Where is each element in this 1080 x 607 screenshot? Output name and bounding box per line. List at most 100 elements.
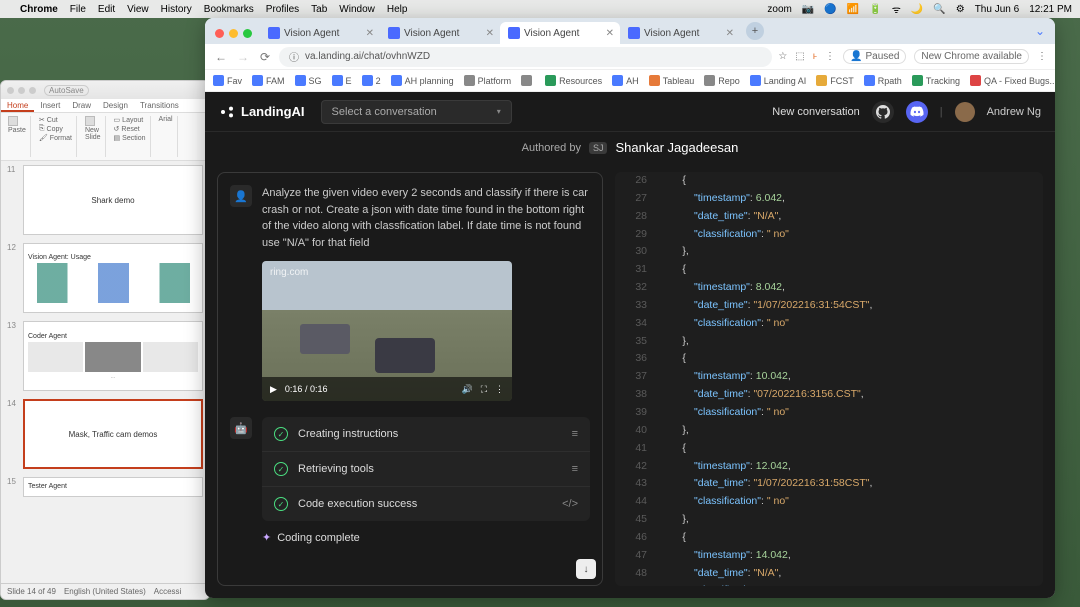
forward-button[interactable]: → — [235, 50, 251, 64]
window-zoom-icon[interactable] — [243, 29, 252, 38]
menu-bookmarks[interactable]: Bookmarks — [204, 4, 254, 15]
slide-thumbnail-item[interactable]: 12Vision Agent: Usage — [1, 239, 209, 317]
status-icon[interactable]: ᯤ — [892, 2, 901, 16]
code-output[interactable]: 26 {27 "timestamp": 6.042,28 "date_time"… — [615, 172, 1043, 586]
slide-thumbnail-item[interactable]: 11Shark demo — [1, 161, 209, 239]
close-tab-icon[interactable]: ✕ — [366, 28, 374, 39]
window-minimize-icon[interactable] — [18, 87, 25, 94]
copy-button[interactable]: ⎘Copy — [39, 125, 72, 133]
play-button[interactable]: ▶ — [270, 384, 277, 395]
star-icon[interactable]: ☆ — [778, 51, 787, 62]
zoom-indicator[interactable]: zoom — [767, 4, 791, 15]
app-menu[interactable]: Chrome — [20, 4, 58, 15]
menu-edit[interactable]: Edit — [98, 4, 115, 15]
accessibility-button[interactable]: Accessi — [154, 587, 182, 596]
chevron-down-icon[interactable]: ⌄ — [1035, 24, 1055, 44]
slide-thumbnail[interactable]: Shark demo — [23, 165, 203, 235]
new-slide-icon[interactable] — [85, 116, 95, 126]
window-minimize-icon[interactable] — [229, 29, 238, 38]
menu-window[interactable]: Window — [339, 4, 375, 15]
extension-icon[interactable]: ⱶ — [813, 51, 817, 62]
bookmark-item[interactable]: QA - Fixed Bugs... — [970, 75, 1055, 86]
status-icon[interactable]: 🔍 — [933, 4, 945, 15]
language-indicator[interactable]: English (United States) — [64, 587, 146, 596]
extension-icon[interactable]: ⬚ — [795, 51, 804, 62]
paste-button[interactable]: Paste — [8, 127, 26, 134]
extensions-button[interactable]: ⋮ — [825, 51, 835, 62]
bookmark-item[interactable]: Landing AI — [750, 75, 807, 86]
github-icon[interactable] — [872, 101, 894, 123]
status-icon[interactable]: 🌙 — [911, 4, 923, 15]
menu-profiles[interactable]: Profiles — [266, 4, 299, 15]
slide-thumbnail-item[interactable]: 13Coder Agent... — [1, 317, 209, 395]
menubar-date[interactable]: Thu Jun 6 — [975, 4, 1019, 15]
ppt-tab-insert[interactable]: Insert — [34, 99, 66, 112]
conversation-selector[interactable]: Select a conversation ▾ — [321, 100, 512, 124]
new-slide-button[interactable]: New Slide — [85, 127, 101, 141]
ppt-tab-draw[interactable]: Draw — [66, 99, 97, 112]
bookmark-item[interactable]: Fav — [213, 75, 242, 86]
status-icon[interactable]: 📷 — [802, 4, 814, 15]
close-tab-icon[interactable]: ✕ — [606, 28, 614, 39]
step-row[interactable]: ✓Creating instructions≡ — [262, 417, 590, 452]
fullscreen-icon[interactable]: ⛶ — [481, 384, 487, 395]
window-close-icon[interactable] — [7, 87, 14, 94]
video-menu-icon[interactable]: ⋮ — [495, 384, 504, 395]
menu-file[interactable]: File — [70, 4, 86, 15]
bookmark-item[interactable]: Resources — [545, 75, 602, 86]
bookmark-item[interactable]: Tableau — [649, 75, 695, 86]
status-icon[interactable]: 📶 — [847, 4, 859, 15]
user-name[interactable]: Andrew Ng — [987, 106, 1041, 118]
bookmark-item[interactable]: AH planning — [391, 75, 454, 86]
slide-thumbnail[interactable]: Mask, Traffic cam demos — [23, 399, 203, 469]
slide-thumbnail[interactable]: Coder Agent... — [23, 321, 203, 391]
close-tab-icon[interactable]: ✕ — [486, 28, 494, 39]
ppt-tab-transitions[interactable]: Transitions — [134, 99, 185, 112]
menubar-time[interactable]: 12:21 PM — [1029, 4, 1072, 15]
bookmark-item[interactable]: 2 — [362, 75, 381, 86]
volume-icon[interactable]: 🔊 — [461, 384, 472, 395]
site-info-icon[interactable]: ⓘ — [289, 49, 299, 64]
window-zoom-icon[interactable] — [29, 87, 36, 94]
paste-icon[interactable] — [8, 116, 18, 126]
slide-thumbnail[interactable]: Vision Agent: Usage — [23, 243, 203, 313]
status-icon[interactable]: 🔋 — [869, 4, 881, 15]
bookmark-item[interactable]: Tracking — [912, 75, 960, 86]
bookmark-item[interactable]: FAM — [252, 75, 285, 86]
browser-tab[interactable]: Vision Agent✕ — [380, 22, 500, 44]
slide-thumbnail[interactable]: Tester Agent — [23, 477, 203, 497]
status-icon[interactable]: ⚙ — [956, 4, 965, 15]
window-close-icon[interactable] — [215, 29, 224, 38]
font-selector[interactable]: Arial — [159, 116, 173, 123]
browser-tab[interactable]: Vision Agent✕ — [500, 22, 620, 44]
ppt-slide-panel[interactable]: 11Shark demo12Vision Agent: Usage13Coder… — [1, 161, 209, 583]
bookmark-item[interactable]: AH — [612, 75, 639, 86]
reset-button[interactable]: ↺Reset — [114, 125, 146, 133]
user-avatar[interactable] — [955, 102, 975, 122]
ppt-tab-home[interactable]: Home — [1, 99, 34, 112]
profile-paused-button[interactable]: 👤Paused — [843, 49, 906, 64]
autosave-toggle[interactable]: AutoSave — [44, 85, 89, 96]
video-player[interactable]: ring.com ▶ 0:16 / 0:16 🔊 ⛶ ⋮ — [262, 261, 512, 401]
section-button[interactable]: ▤Section — [114, 134, 146, 142]
ppt-tab-design[interactable]: Design — [97, 99, 134, 112]
browser-tab[interactable]: Vision Agent✕ — [260, 22, 380, 44]
step-row[interactable]: ✓Retrieving tools≡ — [262, 452, 590, 487]
address-bar[interactable]: ⓘ va.landing.ai/chat/ovhnWZD — [279, 47, 772, 67]
menu-help[interactable]: Help — [387, 4, 408, 15]
bookmark-item[interactable]: E — [332, 75, 352, 86]
new-tab-button[interactable]: + — [746, 22, 764, 40]
scroll-down-button[interactable]: ↓ — [576, 559, 596, 579]
bookmark-item[interactable]: SG — [295, 75, 322, 86]
cut-button[interactable]: ✂Cut — [39, 116, 72, 124]
slide-thumbnail-item[interactable]: 15Tester Agent — [1, 473, 209, 501]
bookmark-item[interactable] — [521, 75, 535, 86]
step-row[interactable]: ✓Code execution success</> — [262, 487, 590, 521]
layout-button[interactable]: ▭Layout — [114, 116, 146, 124]
app-logo[interactable]: LandingAI — [219, 104, 305, 120]
bookmark-item[interactable]: FCST — [816, 75, 854, 86]
back-button[interactable]: ← — [213, 50, 229, 64]
menu-view[interactable]: View — [127, 4, 149, 15]
close-tab-icon[interactable]: ✕ — [726, 28, 734, 39]
browser-tab[interactable]: Vision Agent✕ — [620, 22, 740, 44]
